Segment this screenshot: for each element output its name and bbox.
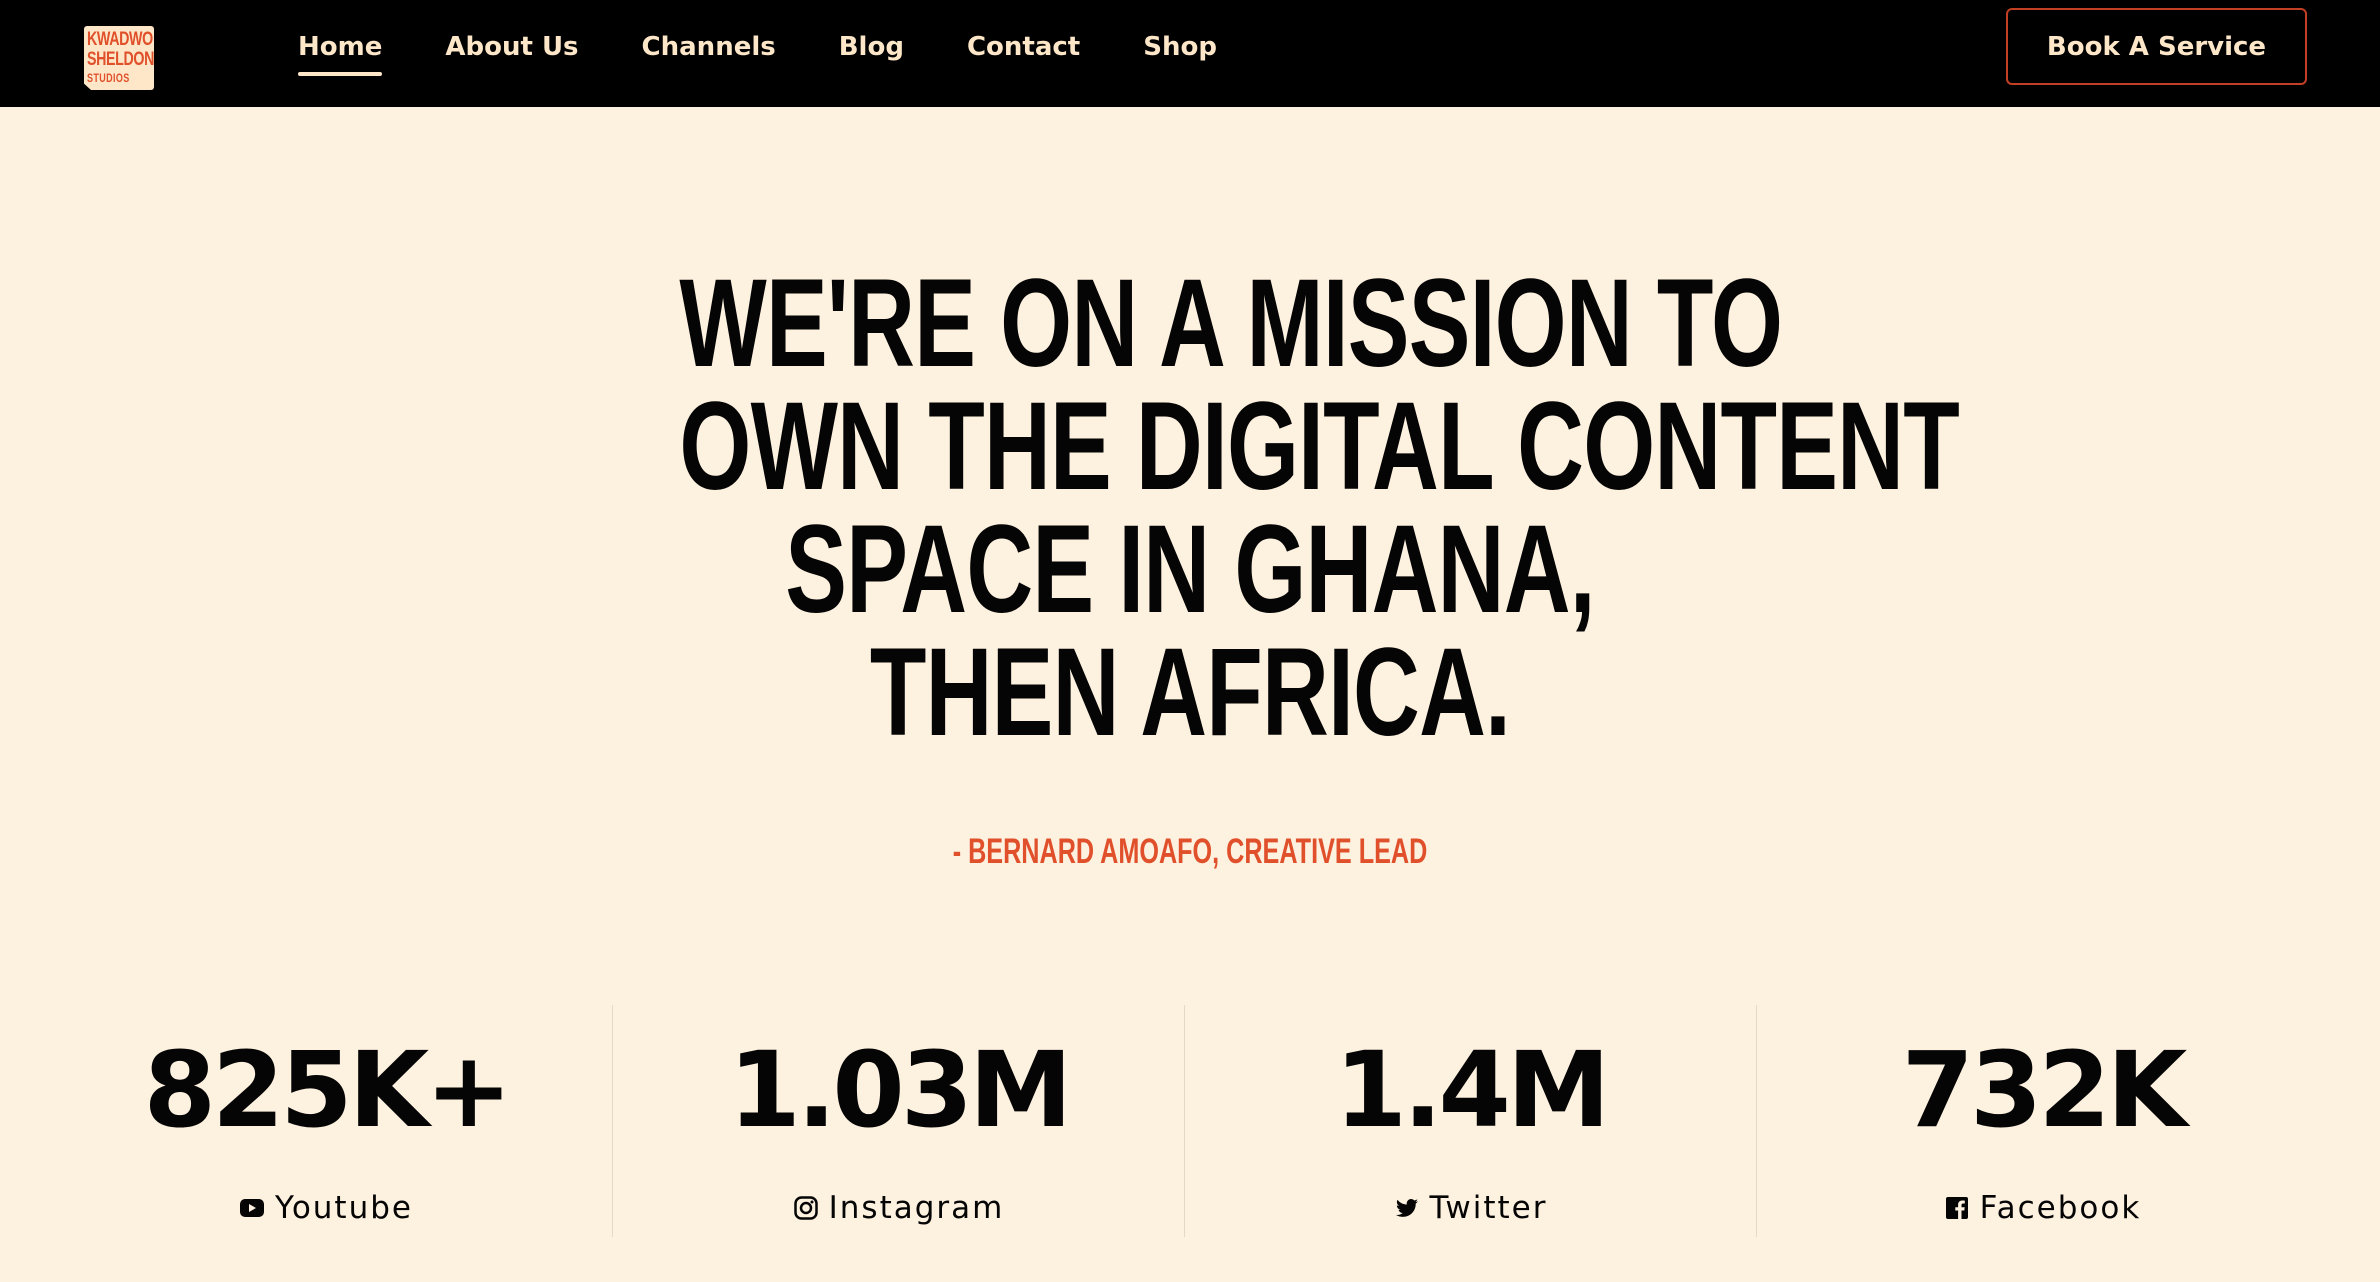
stat-youtube: 825K+ Youtube xyxy=(40,1005,612,1237)
main-nav: Home About Us Channels Blog Contact Shop xyxy=(298,28,1280,78)
stat-value: 1.03M xyxy=(728,1029,1072,1151)
stat-twitter: 1.4M Twitter xyxy=(1184,1005,1756,1237)
nav-blog[interactable]: Blog xyxy=(839,28,904,78)
quote-attribution: - BERNARD AMOAFO, CREATIVE LEAD xyxy=(952,832,1428,871)
social-stats: 825K+ Youtube 1.03M Instagram 1.4M Twitt… xyxy=(40,1005,2330,1237)
facebook-icon xyxy=(1945,1197,1968,1219)
nav-home[interactable]: Home xyxy=(298,28,383,78)
nav-contact[interactable]: Contact xyxy=(967,28,1080,78)
mission-line-3: SPACE IN GHANA, xyxy=(785,500,1595,639)
nav-about-us[interactable]: About Us xyxy=(445,28,578,78)
nav-shop[interactable]: Shop xyxy=(1143,28,1217,78)
stat-label-facebook[interactable]: Facebook xyxy=(1757,1190,2328,1226)
stat-facebook: 732K Facebook xyxy=(1756,1005,2328,1237)
mission-line-2: OWN THE DIGITAL CONTENT xyxy=(679,377,1960,516)
nav-channels[interactable]: Channels xyxy=(642,28,776,78)
mission-line-4: THEN AFRICA. xyxy=(869,623,1511,762)
instagram-icon xyxy=(793,1196,818,1220)
top-navigation-bar: KWADWO SHELDON STUDIOS Home About Us Cha… xyxy=(0,0,2380,107)
stat-value: 1.4M xyxy=(1334,1029,1611,1151)
mission-statement: WE'RE ON A MISSION TO OWN THE DIGITAL CO… xyxy=(500,254,1960,762)
logo-line-1: KWADWO xyxy=(87,29,153,50)
logo-line-2: SHELDON xyxy=(87,49,154,70)
mission-line-1: WE'RE ON A MISSION TO xyxy=(679,254,1783,393)
twitter-icon xyxy=(1395,1199,1418,1217)
stat-label-text: Youtube xyxy=(275,1190,413,1226)
book-a-service-button[interactable]: Book A Service xyxy=(2006,8,2307,85)
youtube-icon xyxy=(240,1199,264,1217)
stat-label-instagram[interactable]: Instagram xyxy=(613,1190,1184,1226)
stat-label-twitter[interactable]: Twitter xyxy=(1185,1190,1756,1226)
stat-value: 732K xyxy=(1901,1029,2188,1151)
stat-label-text: Twitter xyxy=(1429,1190,1548,1226)
stat-label-text: Instagram xyxy=(828,1190,1005,1226)
studio-logo[interactable]: KWADWO SHELDON STUDIOS xyxy=(84,26,154,90)
logo-line-3: STUDIOS xyxy=(87,71,130,85)
stat-instagram: 1.03M Instagram xyxy=(612,1005,1184,1237)
stat-label-youtube[interactable]: Youtube xyxy=(40,1190,612,1226)
stat-label-text: Facebook xyxy=(1979,1190,2142,1226)
stat-value: 825K+ xyxy=(143,1029,513,1151)
